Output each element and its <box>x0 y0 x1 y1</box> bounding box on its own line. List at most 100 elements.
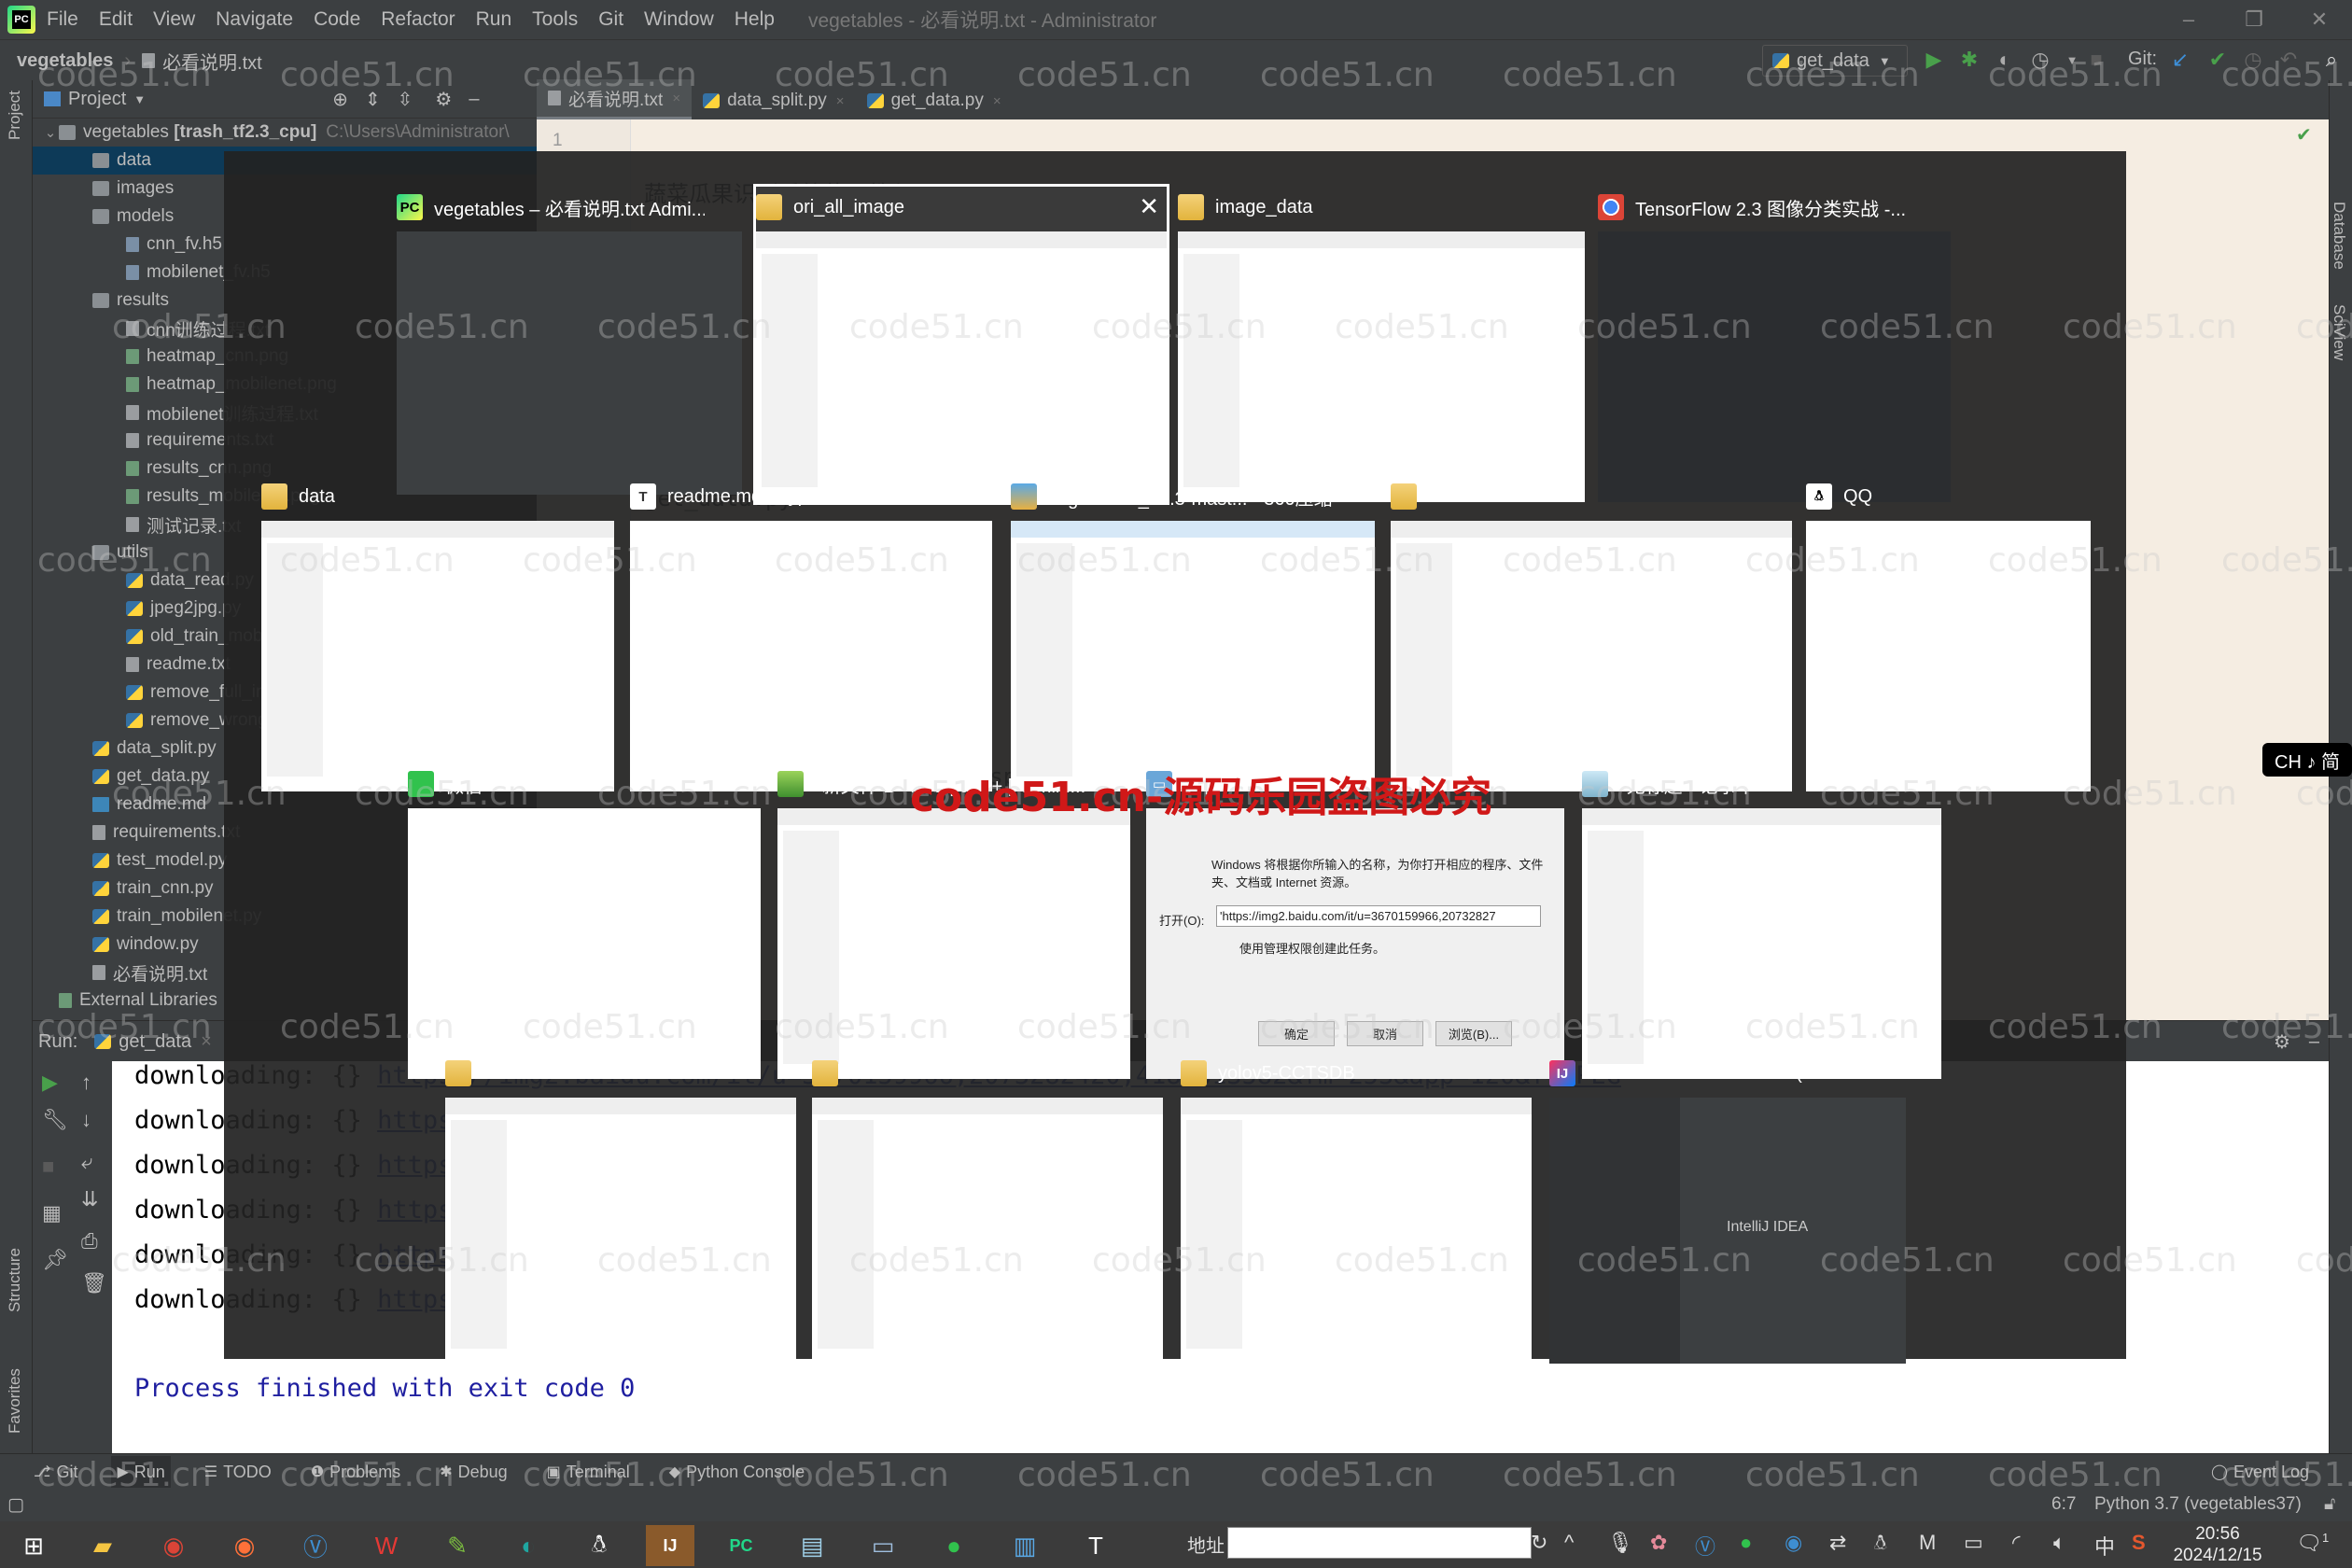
taskbar-chrome-icon[interactable]: ◉ <box>149 1525 198 1566</box>
tool-event-log[interactable]: ◯ Event Log <box>2205 1456 2315 1488</box>
project-tool-button[interactable]: Project <box>6 91 24 140</box>
menu-window[interactable]: Window <box>644 8 714 31</box>
window-thumbnail[interactable] <box>777 808 1130 1079</box>
soft-wrap-icon[interactable]: ⤶ <box>81 1150 92 1174</box>
menu-help[interactable]: Help <box>735 8 775 31</box>
taskbar-notepad-icon[interactable]: ▤ <box>788 1525 836 1566</box>
tool-python-console[interactable]: ◆ Python Console <box>664 1456 810 1488</box>
task-view-window-360zip[interactable]: vegetables_tf2.3-mast... - 360压缩 <box>1011 476 1375 791</box>
tool-terminal[interactable]: ▣ Terminal <box>541 1456 636 1488</box>
task-view-window-pycharm[interactable]: PC vegetables – 必看说明.txt Admi... <box>397 187 742 495</box>
taskbar-v-app-icon[interactable]: Ⓥ <box>291 1525 340 1566</box>
window-thumbnail[interactable] <box>630 521 992 791</box>
window-thumbnail[interactable] <box>397 231 742 495</box>
git-update-icon[interactable]: ↙ <box>2167 47 2193 73</box>
gear-icon[interactable]: ⚙ <box>2274 1030 2290 1054</box>
git-commit-icon[interactable]: ✔ <box>2205 47 2231 73</box>
ime-mode[interactable]: 中 <box>2094 1531 2115 1561</box>
window-thumbnail[interactable] <box>261 521 614 791</box>
close-tab-icon[interactable]: × <box>836 93 845 109</box>
taskbar-pycharm-icon[interactable]: PC <box>717 1525 765 1566</box>
taskbar-qq-icon[interactable]: 🐧︎ <box>575 1525 623 1566</box>
coverage-icon[interactable]: ◐ <box>1992 47 2018 73</box>
taskbar-file-explorer-icon[interactable]: ▰ <box>78 1525 127 1566</box>
scroll-up-icon[interactable]: ↑ <box>81 1071 91 1095</box>
close-tab-icon[interactable]: × <box>993 93 1001 109</box>
favorites-tool-button[interactable]: Favorites <box>6 1368 24 1434</box>
close-tab-icon[interactable]: × <box>201 1031 212 1053</box>
menu-refactor[interactable]: Refactor <box>381 8 455 31</box>
tab-data-split[interactable]: data_split.py × <box>692 82 855 119</box>
task-view-window-explorer[interactable]: yolov5-CCTSDB <box>1181 1053 1532 1364</box>
taskbar-wps-icon[interactable]: W <box>362 1525 411 1566</box>
toggle-tool-windows-icon[interactable]: ▢ <box>7 1494 24 1516</box>
task-view-window-explorer[interactable]: data <box>445 1053 796 1364</box>
clock[interactable]: 20:56 2024/12/15 <box>2171 1523 2264 1566</box>
tree-root[interactable]: ⌄ vegetables [trash_tf2.3_cpu] C:\Users\… <box>33 119 537 147</box>
taskbar-360zip-icon[interactable]: ▥ <box>1001 1525 1049 1566</box>
menu-run[interactable]: Run <box>476 8 512 31</box>
lock-icon[interactable]: 🔓︎ <box>2324 1494 2335 1515</box>
wrench-icon[interactable]: 🔧︎ <box>42 1108 68 1132</box>
battery-icon[interactable]: ▭ <box>1964 1531 1983 1555</box>
window-thumbnail[interactable] <box>1598 231 1951 502</box>
menu-view[interactable]: View <box>153 8 195 31</box>
sogou-ime-icon[interactable]: S <box>2132 1531 2146 1555</box>
minimize-button[interactable]: – <box>2156 0 2221 39</box>
database-tool-button[interactable]: Database <box>2330 202 2348 270</box>
run-tab-get-data[interactable]: get_data <box>119 1031 191 1053</box>
pin-icon[interactable]: 📌︎ <box>42 1248 68 1272</box>
window-thumbnail[interactable] <box>445 1098 796 1364</box>
task-view-window-wechat[interactable]: 微信 <box>408 763 761 1079</box>
tool-todo[interactable]: ☰ TODO <box>199 1456 277 1488</box>
task-view-window-chrome[interactable]: TensorFlow 2.3 图像分类实战 -... <box>1598 187 1951 502</box>
run-configuration-select[interactable]: get_data ▼ <box>1762 45 1908 77</box>
collapse-all-icon[interactable]: ⇳ <box>398 88 413 111</box>
menu-tools[interactable]: Tools <box>532 8 578 31</box>
refresh-icon[interactable]: ↻ <box>1531 1531 1547 1555</box>
restore-button[interactable]: ❐ <box>2221 0 2287 39</box>
window-thumbnail[interactable] <box>812 1098 1163 1364</box>
task-view-window-notepadpp[interactable]: *新文件 1 - Notepad++ [Admini... <box>777 763 1130 1079</box>
menu-edit[interactable]: Edit <box>99 8 133 31</box>
window-thumbnail[interactable] <box>1178 231 1585 502</box>
taskbar-edge-icon[interactable]: ◐ <box>504 1525 553 1566</box>
wechat-tray-icon[interactable]: ● <box>1740 1531 1752 1555</box>
task-view-window-notepad[interactable]: *无标题 - 记事本 <box>1582 763 1941 1079</box>
window-thumbnail[interactable] <box>1391 521 1792 791</box>
scroll-to-end-icon[interactable]: ⇊ <box>81 1187 98 1211</box>
python-interpreter[interactable]: Python 3.7 (vegetables37) <box>2094 1494 2302 1515</box>
stop-icon[interactable]: ■ <box>42 1155 54 1179</box>
task-view-window-qq[interactable]: 🐧︎ QQ <box>1806 476 2091 791</box>
expand-all-icon[interactable]: ⇕ <box>365 88 381 111</box>
tool-debug[interactable]: ✱ Debug <box>434 1456 512 1488</box>
run-dialog-browse-button[interactable]: 浏览(B)... <box>1435 1021 1512 1046</box>
notification-center-icon[interactable]: 🗨︎1 <box>2296 1531 2329 1555</box>
breadcrumb-project[interactable]: vegetables <box>17 50 113 72</box>
caret-position[interactable]: 6:7 <box>2051 1494 2076 1515</box>
address-input[interactable] <box>1227 1527 1532 1559</box>
task-view-window-explorer[interactable]: image_data <box>1178 187 1585 502</box>
run-dialog-ok-button[interactable]: 确定 <box>1258 1021 1335 1046</box>
feishu-tray-icon[interactable]: ◉ <box>1785 1531 1802 1555</box>
window-thumbnail[interactable] <box>1011 521 1375 791</box>
close-tab-icon[interactable]: × <box>672 91 680 106</box>
window-thumbnail[interactable]: IntelliJ IDEA <box>1549 1098 1906 1364</box>
task-view-window-typora[interactable]: Treadme.md - Typora <box>630 476 992 791</box>
task-view-window-run[interactable]: ▭ 运行 Windows 将根据你所输入的名称，为你打开相应的程序、文件夹、文档或 … <box>1146 763 1564 1079</box>
window-thumbnail[interactable]: Windows 将根据你所输入的名称，为你打开相应的程序、文件夹、文档或 Int… <box>1146 808 1564 1079</box>
hide-panel-icon[interactable]: – <box>2309 1031 2319 1053</box>
git-rollback-icon[interactable]: ↶ <box>2275 47 2302 73</box>
task-view-window-explorer[interactable]: ori_all_image ✕ <box>753 184 1169 505</box>
gear-icon[interactable]: ⚙ <box>435 88 452 111</box>
run-icon[interactable]: ▶ <box>1921 47 1947 73</box>
git-history-icon[interactable]: ◷ <box>2240 47 2266 73</box>
wifi-icon[interactable]: ◜ <box>2012 1531 2021 1555</box>
profile-icon[interactable]: ◷ <box>2027 47 2053 73</box>
menu-navigate[interactable]: Navigate <box>216 8 293 31</box>
structure-tool-button[interactable]: Structure <box>6 1248 24 1312</box>
run-dialog-cancel-button[interactable]: 取消 <box>1347 1021 1423 1046</box>
taskbar-notepadpp-icon[interactable]: ✎ <box>433 1525 482 1566</box>
window-thumbnail[interactable] <box>408 808 761 1079</box>
window-thumbnail[interactable] <box>1181 1098 1532 1364</box>
